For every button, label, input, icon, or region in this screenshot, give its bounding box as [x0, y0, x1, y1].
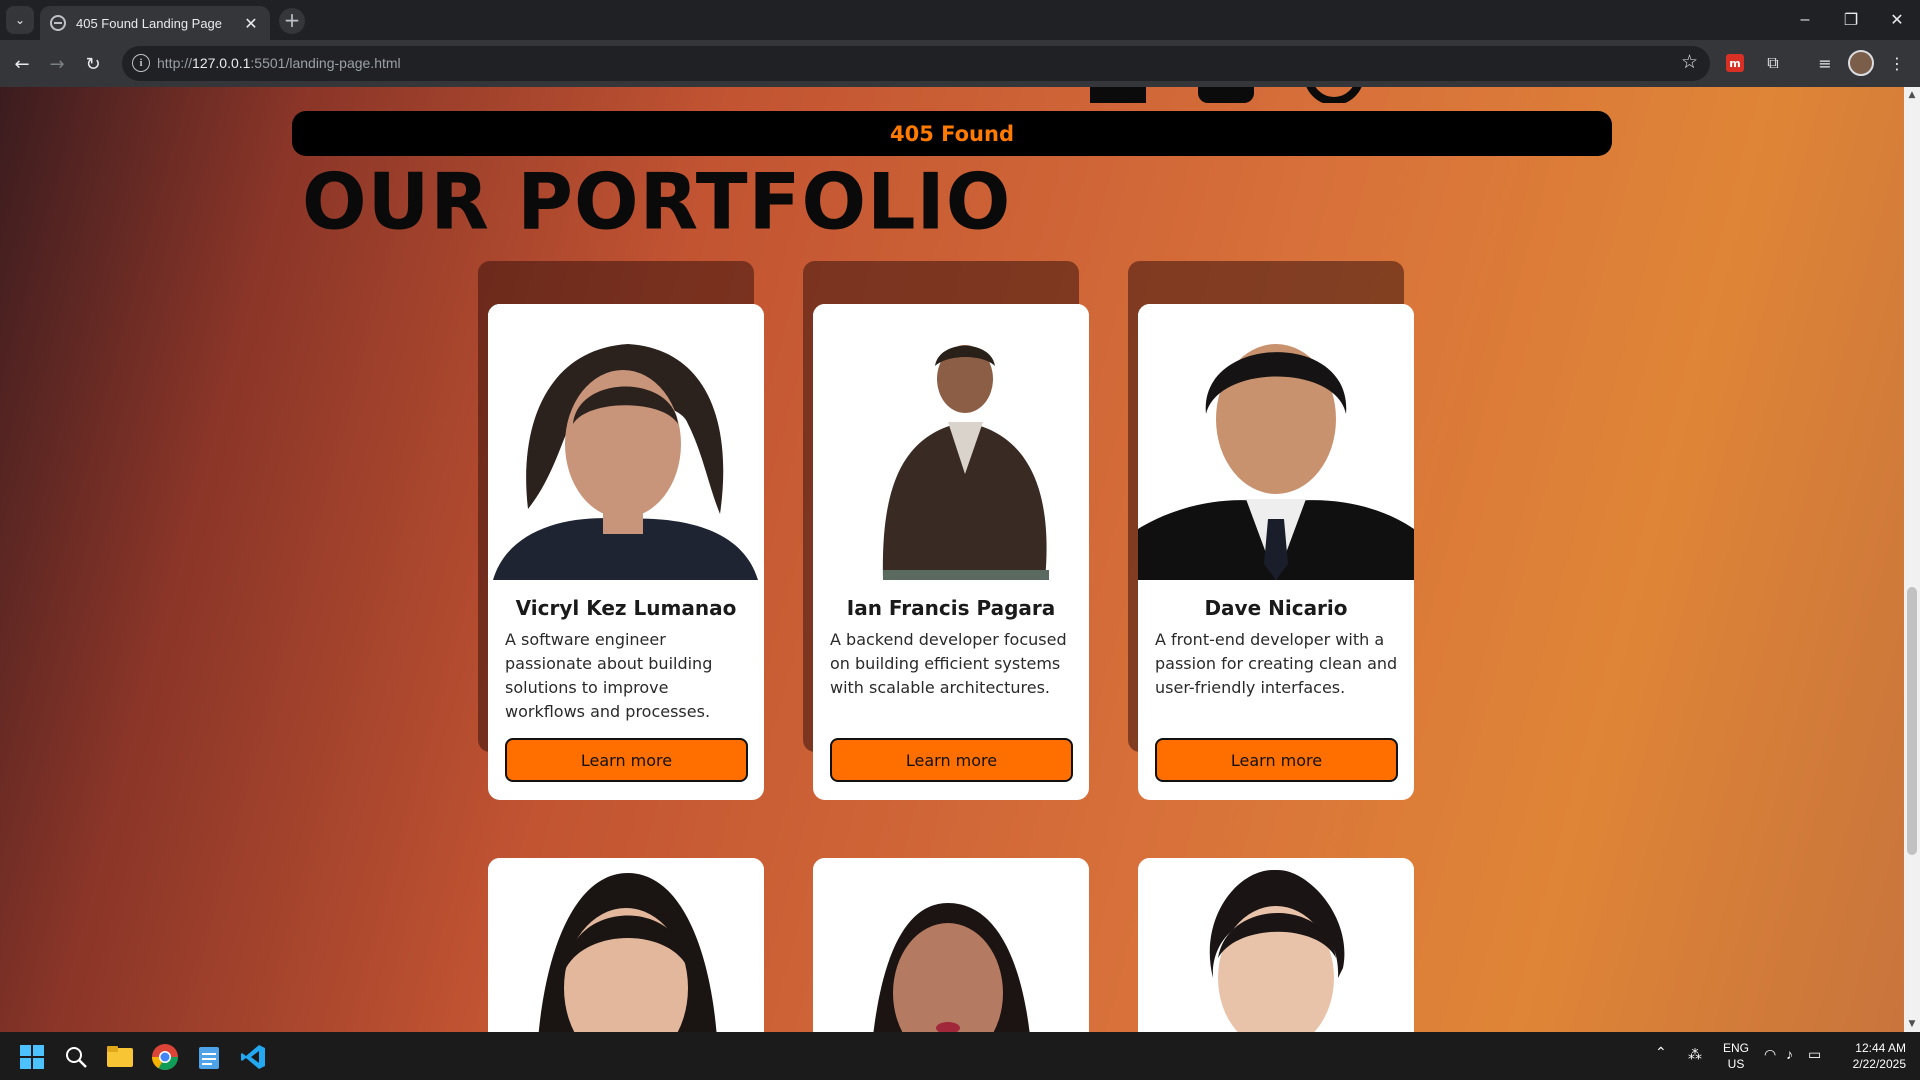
member-description: A backend developer focused on building …: [830, 630, 1067, 697]
site-banner: 405 Found: [292, 111, 1612, 156]
back-arrow-icon[interactable]: ←: [7, 49, 37, 79]
notepad-icon[interactable]: [192, 1040, 226, 1074]
member-card: [813, 858, 1089, 1032]
tab-strip: ⌄ 405 Found Landing Page ✕ + – ❐ ✕: [0, 0, 1920, 40]
tray-app-icon[interactable]: ⁂: [1688, 1046, 1702, 1062]
browser-toolbar: ← → ↻ i http://127.0.0.1:5501/landing-pa…: [0, 40, 1920, 87]
url-text[interactable]: http://127.0.0.1:5501/landing-page.html: [157, 55, 401, 71]
scroll-down-icon[interactable]: ▼: [1904, 1016, 1920, 1032]
forward-arrow-icon[interactable]: →: [42, 49, 72, 79]
reload-icon[interactable]: ↻: [78, 49, 108, 79]
tab-search-button[interactable]: ⌄: [6, 6, 34, 34]
member-photo: [1138, 858, 1414, 1032]
member-name: Ian Francis Pagara: [846, 596, 1056, 620]
tab-title: 405 Found Landing Page: [76, 15, 223, 31]
globe-icon: [50, 15, 66, 31]
member-card: [488, 858, 764, 1032]
profile-avatar[interactable]: [1848, 50, 1874, 76]
github-icon[interactable]: [1306, 87, 1362, 103]
scroll-thumb[interactable]: [1907, 587, 1917, 855]
member-photo: [813, 304, 1089, 580]
member-photo: [488, 304, 764, 580]
member-photo: [1138, 304, 1414, 580]
member-description: A software engineer passionate about bui…: [505, 630, 713, 721]
page-title: OUR PORTFOLIO: [302, 156, 1012, 247]
minimize-button[interactable]: –: [1782, 0, 1828, 40]
chrome-icon[interactable]: [148, 1040, 182, 1074]
page-viewport: 405 Found OUR PORTFOLIO Vicryl Kez Luman…: [0, 87, 1904, 1032]
facebook-icon[interactable]: [1090, 87, 1146, 103]
tray-overflow-icon[interactable]: ⌃: [1655, 1044, 1667, 1060]
member-name: Vicryl Kez Lumanao: [515, 596, 737, 620]
page-scrollbar[interactable]: ▲ ▼: [1904, 87, 1920, 1032]
taskbar: ⌃ ⁂ ENG US ◠ ♪ ▭ 12:44 AM 2/22/2025: [0, 1032, 1920, 1080]
search-icon[interactable]: [59, 1040, 93, 1074]
learn-more-button[interactable]: Learn more: [830, 738, 1073, 782]
avatar: [1848, 50, 1874, 76]
member-card: Vicryl Kez Lumanao A software engineer p…: [488, 304, 764, 800]
learn-more-button[interactable]: Learn more: [1155, 738, 1398, 782]
member-photo: [488, 858, 764, 1032]
menu-kebab-icon[interactable]: ⋮: [1884, 50, 1910, 76]
member-photo: [813, 858, 1089, 1032]
extensions-puzzle-icon[interactable]: ⧉: [1760, 50, 1786, 76]
media-queue-icon[interactable]: ≡: [1812, 50, 1838, 76]
language-indicator[interactable]: ENG US: [1718, 1040, 1754, 1072]
vscode-icon[interactable]: [236, 1040, 270, 1074]
youtube-icon[interactable]: [1198, 87, 1254, 103]
member-card: Ian Francis Pagara A backend developer f…: [813, 304, 1089, 800]
clock[interactable]: 12:44 AM 2/22/2025: [1836, 1040, 1906, 1072]
member-card: Dave Nicario A front-end developer with …: [1138, 304, 1414, 800]
tab-active[interactable]: 405 Found Landing Page ✕: [40, 6, 270, 40]
wifi-icon[interactable]: ◠: [1764, 1046, 1776, 1062]
restore-button[interactable]: ❐: [1828, 0, 1874, 40]
member-description: A front-end developer with a passion for…: [1155, 630, 1398, 697]
extension-red-icon[interactable]: m: [1726, 54, 1744, 72]
member-card: [1138, 858, 1414, 1032]
learn-more-button[interactable]: Learn more: [505, 738, 748, 782]
close-window-button[interactable]: ✕: [1874, 0, 1920, 40]
windows-start-icon[interactable]: [15, 1040, 49, 1074]
site-info-icon[interactable]: i: [132, 54, 150, 72]
battery-icon[interactable]: ▭: [1808, 1046, 1821, 1062]
new-tab-button[interactable]: +: [279, 8, 305, 34]
address-bar[interactable]: i http://127.0.0.1:5501/landing-page.htm…: [122, 46, 1710, 81]
bookmark-star-icon[interactable]: ☆: [1681, 51, 1698, 73]
scroll-up-icon[interactable]: ▲: [1904, 87, 1920, 103]
file-explorer-icon[interactable]: [103, 1040, 137, 1074]
volume-icon[interactable]: ♪: [1786, 1046, 1793, 1062]
tab-close-icon[interactable]: ✕: [242, 14, 260, 33]
member-name: Dave Nicario: [1204, 596, 1348, 620]
